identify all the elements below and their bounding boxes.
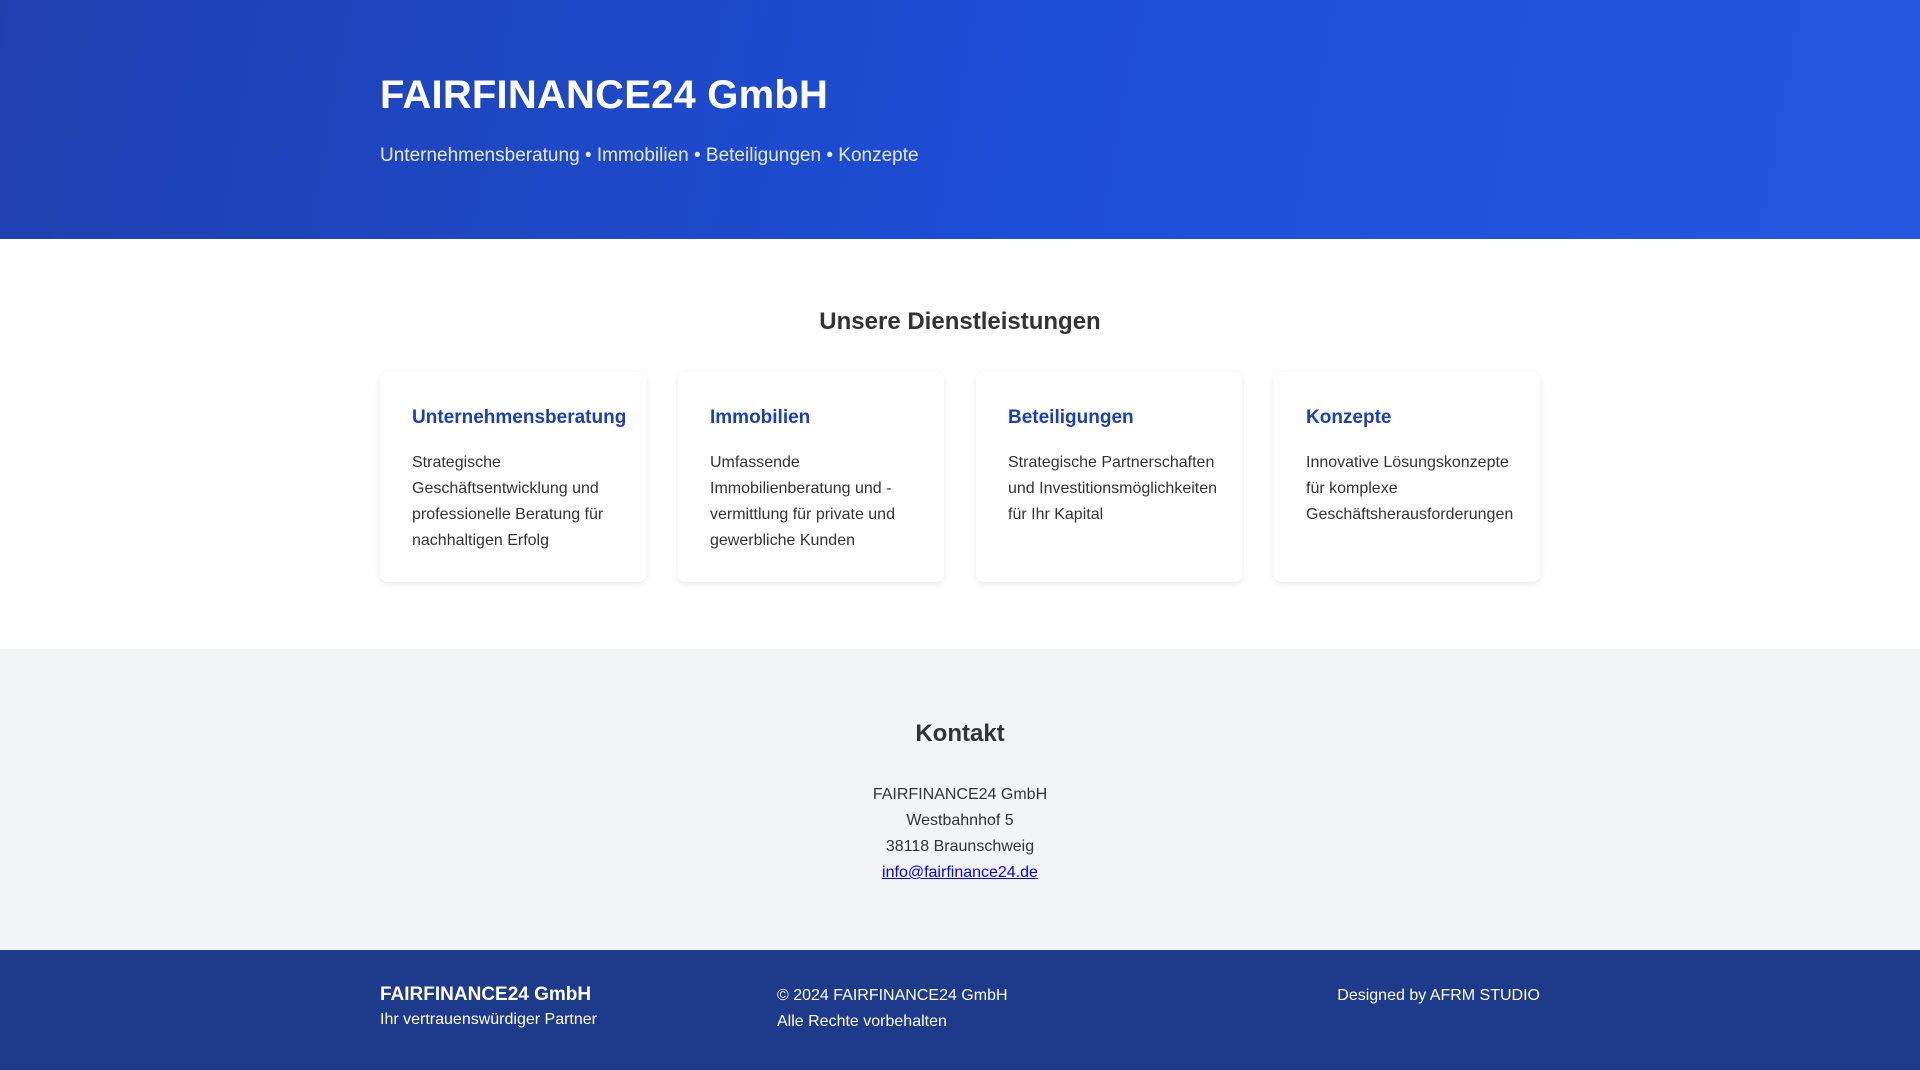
service-card-immobilien: Immobilien Umfassende Immobilienberatung…: [678, 372, 944, 582]
service-card-beteiligungen: Beteiligungen Strategische Partnerschaft…: [976, 372, 1242, 582]
contact-email-row: info@fairfinance24.de: [380, 860, 1540, 886]
site-title: FAIRFINANCE24 GmbH: [380, 73, 829, 117]
contact-heading: Kontakt: [915, 720, 1005, 747]
services-heading: Unsere Dienstleistungen: [819, 308, 1101, 335]
services-container: Unsere Dienstleistungen Unternehmensbera…: [380, 307, 1540, 582]
service-card-konzepte: Konzepte Innovative Lösungskonzepte für …: [1274, 372, 1540, 582]
contact-city: 38118 Braunschweig: [885, 838, 1035, 855]
footer-copyright-column: © 2024 FAIRFINANCE24 GmbH Alle Rechte vo…: [777, 983, 1277, 1035]
footer-container: FAIRFINANCE24 GmbH Ihr vertrauenswürdige…: [380, 983, 1540, 1035]
service-card-unternehmensberatung: Unternehmensberatung Strategische Geschä…: [380, 372, 646, 582]
footer-designed-by: Designed by AFRM STUDIO: [1337, 987, 1540, 1004]
footer-brand-column: FAIRFINANCE24 GmbH Ihr vertrauenswürdige…: [380, 983, 777, 1033]
contact-address: FAIRFINANCE24 GmbH Westbahnhof 5 38118 B…: [380, 782, 1540, 886]
service-cards: Unternehmensberatung Strategische Geschä…: [380, 372, 1540, 582]
service-card-title: Immobilien: [710, 407, 811, 428]
footer-copyright: © 2024 FAIRFINANCE24 GmbH: [777, 987, 1008, 1004]
footer-slogan: Ihr vertrauenswürdiger Partner: [380, 1011, 597, 1028]
service-card-text: Innovative Lösungskonzepte für komplexe …: [1306, 454, 1514, 523]
site-header: FAIRFINANCE24 GmbH Unternehmensberatung …: [0, 0, 1920, 239]
footer-credit-column: Designed by AFRM STUDIO: [1277, 983, 1540, 1009]
service-card-text: Umfassende Immobilienberatung und -vermi…: [710, 454, 895, 549]
contact-street: Westbahnhof 5: [906, 812, 1014, 829]
contact-email-link[interactable]: info@fairfinance24.de: [882, 864, 1038, 881]
contact-container: Kontakt FAIRFINANCE24 GmbH Westbahnhof 5…: [380, 719, 1540, 886]
service-card-title: Beteiligungen: [1008, 407, 1134, 428]
contact-company: FAIRFINANCE24 GmbH: [872, 786, 1048, 803]
services-section: Unsere Dienstleistungen Unternehmensbera…: [0, 239, 1920, 649]
service-card-text: Strategische Partnerschaften und Investi…: [1008, 454, 1218, 523]
footer-brand: FAIRFINANCE24 GmbH: [380, 984, 592, 1005]
site-tagline: Unternehmensberatung • Immobilien • Bete…: [380, 145, 919, 166]
site-footer: FAIRFINANCE24 GmbH Ihr vertrauenswürdige…: [0, 950, 1920, 1070]
contact-section: Kontakt FAIRFINANCE24 GmbH Westbahnhof 5…: [0, 649, 1920, 950]
footer-rights: Alle Rechte vorbehalten: [777, 1013, 947, 1030]
header-container: FAIRFINANCE24 GmbH Unternehmensberatung …: [380, 71, 1540, 168]
service-card-title: Unternehmensberatung: [412, 407, 627, 428]
service-card-text: Strategische Geschäftsentwicklung und pr…: [412, 454, 604, 549]
service-card-title: Konzepte: [1306, 407, 1392, 428]
footer-columns: FAIRFINANCE24 GmbH Ihr vertrauenswürdige…: [380, 983, 1540, 1035]
